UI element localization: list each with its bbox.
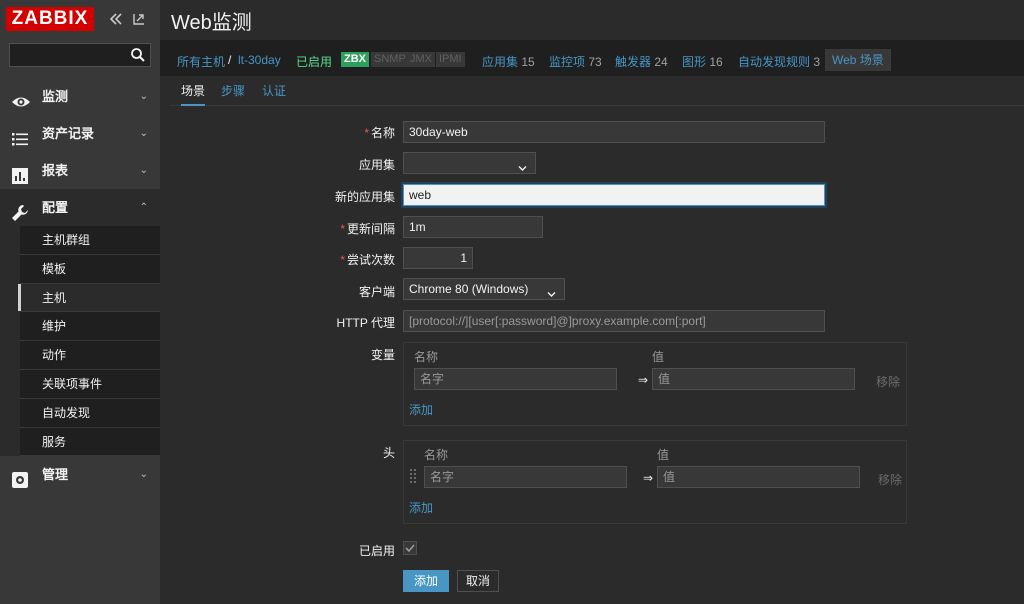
configuration-submenu: 主机群组 模板 主机 维护 动作 关联项事件 自动发现 服务 [0,226,160,457]
headers-label: 头 [382,446,395,460]
web-scenarios-tab[interactable]: Web 场景 [825,49,891,71]
menu-monitoring[interactable]: 监测 ⌄ [0,78,160,115]
bar-chart-icon [11,162,29,184]
variables-name-header: 名称 [414,350,439,364]
header-add-link[interactable]: 添加 [409,499,433,516]
gear-icon [11,466,29,489]
ipmi-availability-badge: IPMI [436,52,465,67]
menu-administration[interactable]: 管理 ⌄ [0,456,160,493]
drag-handle-icon[interactable] [409,468,417,486]
tab-steps[interactable]: 步骤 [221,84,245,106]
zabbix-logo[interactable]: ZABBIX [6,7,94,31]
logo-row: ZABBIX [0,0,160,40]
submenu-maintenance[interactable]: 维护 [20,312,160,342]
attempts-label: * 尝试次数 [340,253,395,267]
host-navigation: 所有主机 / lt-30day 已启用 ZBX SNMP JMX IPMI 应用… [160,40,1024,76]
tab-scenario[interactable]: 场景 [181,84,206,106]
variable-arrow: ⇒ [638,373,649,387]
chevron-down-icon: ⌄ [139,91,148,102]
sidebar: ZABBIX 监测 ⌄ 资产记录 ⌄ 报表 ⌄ 配置 ⌃ 主机群组 模板 主机 … [0,0,160,604]
add-button[interactable]: 添加 [403,570,450,592]
host-status-enabled: 已启用 [296,55,333,69]
checkmark-icon [405,544,415,553]
variable-remove-button[interactable]: 移除 [876,373,900,390]
header-remove-button[interactable]: 移除 [878,471,902,488]
variable-value-input[interactable]: 值 [652,368,855,390]
application-select[interactable] [403,152,536,174]
http-proxy-input[interactable]: [protocol://][user[:password]@]proxy.exa… [403,310,825,332]
variables-value-header: 值 [652,350,665,364]
collapse-sidebar-icon[interactable] [108,11,124,27]
snmp-availability-badge: SNMP [371,52,409,67]
submenu-host-groups[interactable]: 主机群组 [20,226,160,255]
chevron-down-icon [518,159,527,171]
web-scenario-form: * 名称 30day-web 应用集 新的应用集 web * 更新间隔 1m * 尝试… [170,106,1024,604]
search-icon[interactable] [130,47,146,63]
variables-label: 变量 [370,348,395,362]
chevron-down-icon: ⌄ [139,128,148,139]
page-title: Web监测 [171,12,252,34]
chevron-down-icon: ⌄ [139,469,148,481]
header-value-input[interactable]: 值 [657,466,860,488]
update-interval-label: * 更新间隔 [340,222,395,236]
agent-label: 客户端 [358,285,395,299]
submenu-discovery[interactable]: 自动发现 [20,398,160,428]
menu-reports[interactable]: 报表 ⌄ [0,152,160,189]
triggers-tab[interactable]: 触发器 24 [615,53,668,70]
applications-tab[interactable]: 应用集 15 [482,53,535,70]
http-proxy-label: HTTP 代理 [336,316,395,330]
kiosk-mode-icon[interactable] [131,11,147,27]
application-label: 应用集 [358,158,395,172]
discovery-rules-tab[interactable]: 自动发现规则 3 [738,53,820,70]
new-application-input[interactable]: web [403,184,825,206]
header-arrow: ⇒ [643,471,654,485]
breadcrumb-separator: / [228,53,232,67]
search-input[interactable] [10,44,128,66]
new-application-label: 新的应用集 [334,190,395,204]
name-label: * 名称 [364,126,395,140]
items-tab[interactable]: 监控项 73 [549,53,602,70]
variable-add-link[interactable]: 添加 [409,401,433,418]
host-link[interactable]: lt-30day [238,53,281,67]
chevron-down-icon: ⌄ [139,165,148,176]
headers-table: 名称 值 名字 ⇒ 值 移除 添加 [403,440,907,524]
sidebar-search [9,43,151,67]
graphs-tab[interactable]: 图形 16 [682,53,723,70]
header-name-input[interactable]: 名字 [424,466,627,488]
list-icon [11,125,29,146]
agent-select[interactable]: Chrome 80 (Windows) [403,278,565,300]
menu-configuration[interactable]: 配置 ⌃ [0,189,160,226]
submenu-event-correlation[interactable]: 关联项事件 [20,369,160,399]
attempts-input[interactable]: 1 [403,247,473,269]
tab-authentication[interactable]: 认证 [262,84,286,106]
submenu-services[interactable]: 服务 [20,427,160,457]
headers-name-header: 名称 [424,448,449,462]
jmx-availability-badge: JMX [407,52,435,67]
form-tabs: 场景 步骤 认证 [170,80,1024,106]
variables-table: 名称 值 名字 ⇒ 值 移除 添加 [403,342,907,426]
wrench-icon [11,199,29,221]
chevron-up-icon: ⌃ [139,202,148,213]
enabled-checkbox[interactable] [403,541,417,555]
menu-inventory[interactable]: 资产记录 ⌄ [0,115,160,152]
enabled-label: 已启用 [358,544,395,558]
eye-icon [11,88,30,107]
zbx-availability-badge: ZBX [341,52,369,67]
cancel-button[interactable]: 取消 [457,570,500,592]
submenu-templates[interactable]: 模板 [20,254,160,284]
name-input[interactable]: 30day-web [403,121,825,143]
page-header: Web监测 [160,0,1024,40]
submenu-hosts[interactable]: 主机 [18,283,160,313]
variable-name-input[interactable]: 名字 [414,368,617,390]
submenu-actions[interactable]: 动作 [20,341,160,370]
main-menu: 监测 ⌄ 资产记录 ⌄ 报表 ⌄ 配置 ⌃ 主机群组 模板 主机 维护 动作 关… [0,78,160,493]
all-hosts-link[interactable]: 所有主机 [177,55,225,69]
headers-value-header: 值 [657,448,670,462]
update-interval-input[interactable]: 1m [403,216,543,238]
chevron-down-icon [547,285,556,297]
